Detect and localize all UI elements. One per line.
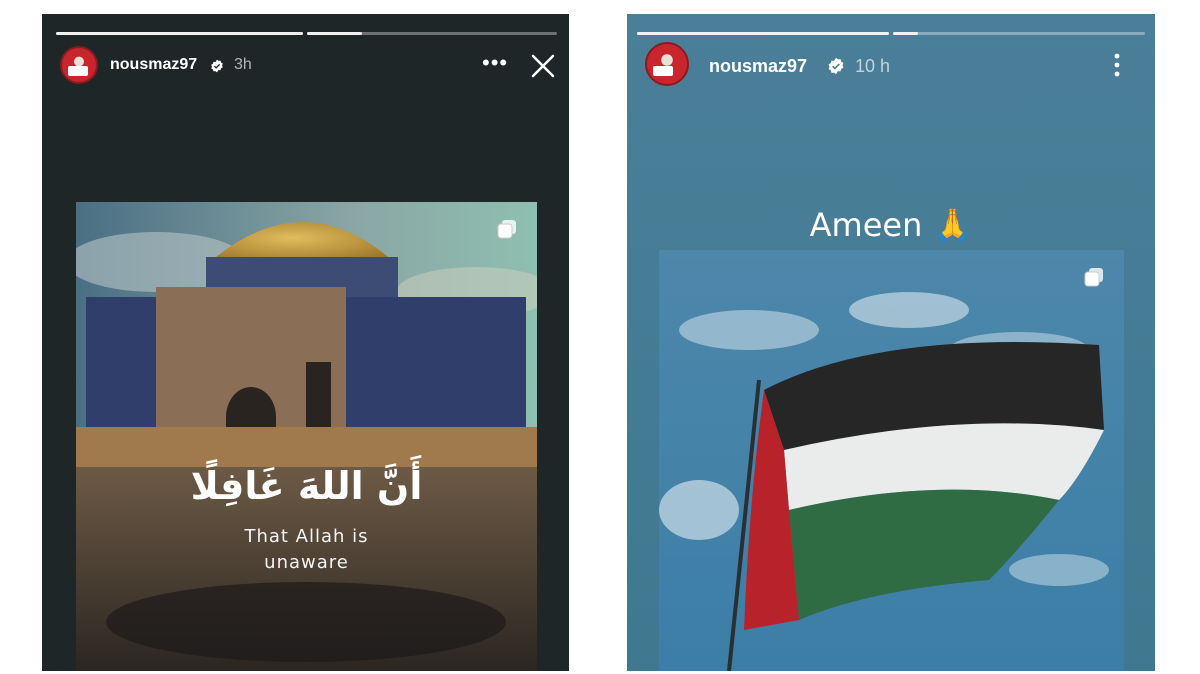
caption-line-2: unaware — [264, 552, 349, 573]
arabic-text: أَنَّ اللهَ غَافِلًا — [190, 464, 423, 508]
close-icon[interactable] — [530, 53, 556, 79]
progress-bar-segment-2 — [307, 32, 557, 35]
more-options-icon[interactable] — [1111, 52, 1123, 78]
story-left[interactable]: nousmaz97 3h ••• أَنَّ اللهَ غَافِلًا Th… — [42, 14, 569, 671]
multi-photo-icon — [1084, 268, 1103, 287]
username[interactable]: nousmaz97 — [110, 56, 197, 74]
multi-photo-icon — [497, 220, 516, 239]
verified-icon — [828, 57, 844, 75]
progress-bar-segment-1 — [637, 32, 889, 35]
palestine-flag-image — [659, 250, 1124, 671]
story-right[interactable]: nousmaz97 10 h Ameen 🙏 — [627, 14, 1155, 671]
story-text: Ameen 🙏 — [809, 206, 973, 244]
post-time: 3h — [234, 56, 252, 73]
username[interactable]: nousmaz97 — [709, 56, 807, 77]
avatar[interactable] — [60, 46, 98, 84]
post-image[interactable] — [659, 250, 1124, 671]
dome-of-the-rock-image — [76, 202, 537, 671]
progress-bar-segment-1 — [56, 32, 303, 35]
post-time: 10 h — [855, 56, 891, 76]
progress-bar-segment-2 — [893, 32, 1145, 35]
caption-line-1: That Allah is — [244, 526, 369, 547]
post-image[interactable]: أَنَّ اللهَ غَافِلًا That Allah is unawa… — [76, 202, 537, 671]
verified-icon — [211, 59, 223, 73]
more-options-icon[interactable]: ••• — [482, 52, 508, 74]
avatar[interactable] — [645, 42, 689, 86]
